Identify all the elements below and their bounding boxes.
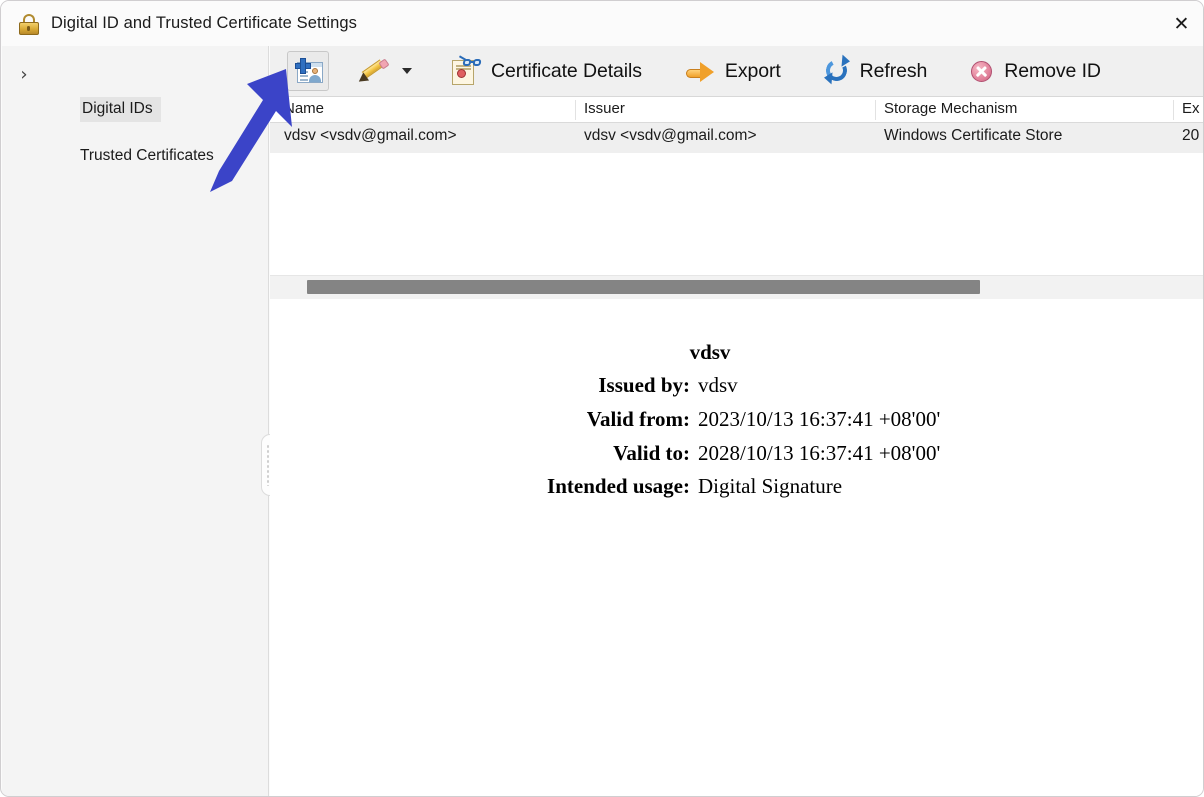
table-header: Name Issuer Storage Mechanism Ex <box>270 97 1204 123</box>
pencil-icon <box>359 58 389 84</box>
refresh-button[interactable]: Refresh <box>817 51 934 91</box>
refresh-label: Refresh <box>860 60 928 83</box>
detail-row-valid-to: Valid to: 2028/10/13 16:37:41 +08'00' <box>270 441 1150 466</box>
detail-value: Digital Signature <box>698 474 842 499</box>
toolbar: Certificate Details Export Refresh Remov… <box>270 46 1204 97</box>
export-arrow-icon <box>686 59 716 83</box>
horizontal-scrollbar[interactable] <box>270 275 1204 299</box>
certificate-details-label: Certificate Details <box>491 60 642 83</box>
sidebar-item-trusted-certificates[interactable]: Trusted Certificates <box>80 144 219 169</box>
settings-window: Digital ID and Trusted Certificate Setti… <box>0 0 1204 797</box>
cell-storage: Windows Certificate Store <box>884 127 1062 145</box>
chevron-down-icon[interactable] <box>402 68 412 74</box>
certificate-list: Name Issuer Storage Mechanism Ex vdsv <v… <box>270 97 1204 275</box>
detail-row-issued-by: Issued by: vdsv <box>270 373 1150 398</box>
add-id-icon <box>294 58 322 84</box>
detail-label: Issued by: <box>270 373 690 398</box>
column-header-storage[interactable]: Storage Mechanism <box>884 100 1017 117</box>
detail-value: 2028/10/13 16:37:41 +08'00' <box>698 441 940 466</box>
detail-row-valid-from: Valid from: 2023/10/13 16:37:41 +08'00' <box>270 407 1150 432</box>
detail-value: 2023/10/13 16:37:41 +08'00' <box>698 407 940 432</box>
column-header-name[interactable]: Name <box>284 100 324 117</box>
scrollbar-thumb[interactable] <box>307 280 979 294</box>
detail-row-intended-usage: Intended usage: Digital Signature <box>270 474 1150 499</box>
cell-expires: 20 <box>1182 127 1199 145</box>
close-icon[interactable]: ✕ <box>1158 1 1204 46</box>
detail-label: Intended usage: <box>270 474 690 499</box>
lock-icon <box>18 13 40 35</box>
remove-circle-x-icon <box>969 58 995 84</box>
remove-id-label: Remove ID <box>1004 60 1101 83</box>
detail-label: Valid from: <box>270 407 690 432</box>
detail-label: Valid to: <box>270 441 690 466</box>
refresh-icon <box>823 58 851 84</box>
certificate-icon <box>450 56 482 86</box>
cell-name: vdsv <vsdv@gmail.com> <box>284 127 457 145</box>
column-header-expires[interactable]: Ex <box>1182 100 1200 117</box>
remove-id-button[interactable]: Remove ID <box>963 51 1107 91</box>
export-button[interactable]: Export <box>680 51 787 91</box>
detail-value: vdsv <box>698 373 738 398</box>
add-digital-id-button[interactable] <box>287 51 329 91</box>
window-title: Digital ID and Trusted Certificate Setti… <box>51 14 357 33</box>
chevron-right-icon[interactable]: › <box>12 62 36 86</box>
sidebar-item-digital-ids[interactable]: Digital IDs <box>80 97 161 122</box>
title-bar: Digital ID and Trusted Certificate Setti… <box>1 1 1204 46</box>
cell-issuer: vdsv <vsdv@gmail.com> <box>584 127 757 145</box>
edit-button[interactable] <box>353 51 418 91</box>
column-header-issuer[interactable]: Issuer <box>584 100 625 117</box>
table-row[interactable]: vdsv <vsdv@gmail.com> vdsv <vsdv@gmail.c… <box>270 123 1204 153</box>
certificate-detail-panel: vdsv Issued by: vdsv Valid from: 2023/10… <box>270 299 1204 797</box>
detail-title: vdsv <box>270 340 1150 365</box>
sidebar: › Digital IDs Trusted Certificates <box>2 46 269 797</box>
certificate-details-button[interactable]: Certificate Details <box>444 51 648 91</box>
export-label: Export <box>725 60 781 83</box>
